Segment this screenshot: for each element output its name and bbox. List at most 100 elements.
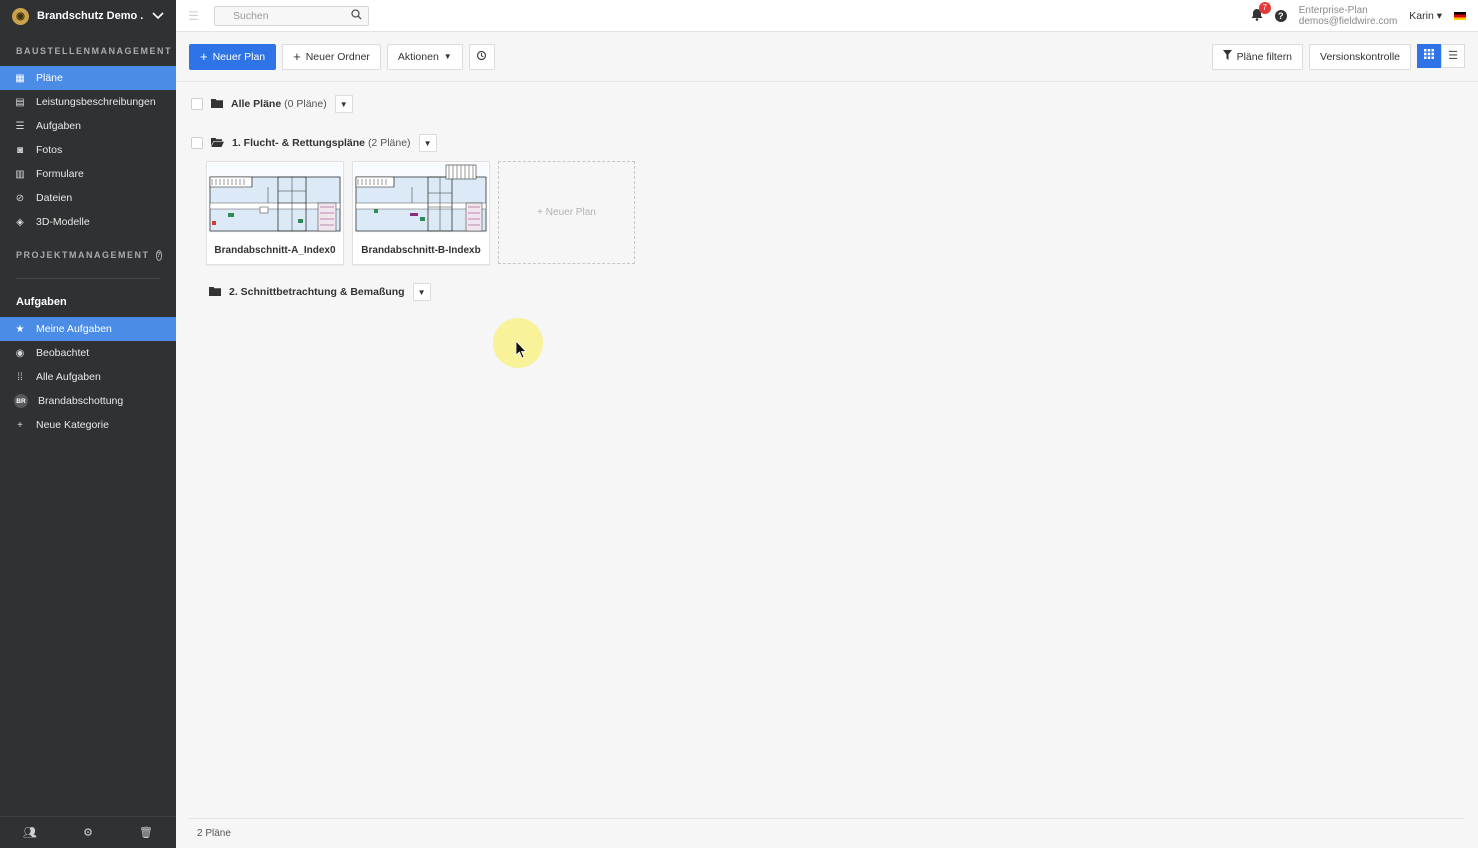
folder-checkbox[interactable] <box>191 137 203 149</box>
sidebar-item-label: Beobachtet <box>36 347 90 359</box>
bell-icon[interactable]: 7 <box>1251 1 1271 24</box>
plan-card[interactable]: Brandabschnitt-B-Indexb <box>352 161 490 265</box>
sidebar-item-formulare[interactable]: ▥ Formulare <box>0 162 176 186</box>
account-email: demos@fieldwire.com <box>1298 15 1398 27</box>
folder-title[interactable]: Alle Pläne (0 Pläne) <box>231 98 327 110</box>
sidebar-item-meine-aufgaben[interactable]: ★ Meine Aufgaben <box>0 317 176 341</box>
plan-name: Brandabschnitt-A_Index0 <box>214 245 336 256</box>
sidebar-item-brandabschottung[interactable]: BR Brandabschottung <box>0 389 176 413</box>
version-control-button[interactable]: Versionskontrolle <box>1309 43 1411 70</box>
menu-icon[interactable]: ☰ <box>188 9 212 23</box>
search-icon[interactable] <box>351 8 362 23</box>
sidebar-item-fotos[interactable]: ◙ Fotos <box>0 138 176 162</box>
toolbar-right: Pläne filtern Versionskontrolle ☰ <box>1211 43 1465 70</box>
project-switcher[interactable]: ◉ Brandschutz Demo ... <box>0 0 176 32</box>
tasks-group-title: Aufgaben <box>16 296 67 308</box>
folder-dropdown-button[interactable]: ▼ <box>412 283 431 301</box>
user-menu[interactable]: Karin ▾ <box>1409 10 1442 22</box>
folder-row-all-plans: Alle Pläne (0 Pläne) ▼ <box>191 95 353 113</box>
plan-name: Brandabschnitt-B-Indexb <box>361 245 481 256</box>
sidebar-item-label: Alle Aufgaben <box>36 371 101 383</box>
sidebar: ◉ Brandschutz Demo ... BAUSTELLENMANAGEM… <box>0 0 176 848</box>
new-plan-card[interactable]: + Neuer Plan <box>498 161 635 264</box>
trash-icon[interactable]: 🗑︎ <box>139 826 153 839</box>
plan-count: 2 Pläne <box>197 828 231 839</box>
help-circle-icon[interactable]: ? <box>155 249 162 261</box>
gear-icon[interactable]: ⚙ <box>83 826 93 839</box>
sidebar-item-label: Pläne <box>36 72 63 84</box>
filter-label: Pläne filtern <box>1236 50 1293 63</box>
filter-plans-button[interactable]: Pläne filtern <box>1211 43 1304 70</box>
grid-icon: ⁞⁞ <box>17 371 23 383</box>
plan-name: Enterprise-Plan <box>1298 4 1368 16</box>
sidebar-item-aufgaben[interactable]: ☰ Aufgaben <box>0 114 176 138</box>
category-badge: BR <box>14 394 28 408</box>
folder-open-icon <box>211 137 224 150</box>
folder-dropdown-button[interactable]: ▼ <box>418 134 437 152</box>
sidebar-item-beobachtet[interactable]: ◉ Beobachtet <box>0 341 176 365</box>
plus-icon: + <box>200 49 208 64</box>
history-button[interactable] <box>468 43 495 70</box>
german-flag-icon[interactable] <box>1454 11 1466 20</box>
section-baustellenmanagement: BAUSTELLENMANAGEMENT <box>16 46 172 56</box>
plus-icon: + <box>293 49 301 64</box>
new-folder-label: Neuer Ordner <box>305 50 370 63</box>
sidebar-item-label: Brandabschottung <box>38 395 124 407</box>
actions-label: Aktionen <box>397 50 439 63</box>
sidebar-item-label: Aufgaben <box>36 120 81 132</box>
toolbar: + Neuer Plan + Neuer Ordner Aktionen ▼ P… <box>176 32 1478 82</box>
list-icon: ☰ <box>15 120 25 132</box>
folder-name: Alle Pläne <box>231 98 282 110</box>
mouse-cursor-icon <box>515 340 527 361</box>
section-projektmanagement: PROJEKTMANAGEMENT ? <box>0 244 176 266</box>
plan-thumbnail <box>208 163 342 233</box>
specs-icon: ▤ <box>15 96 25 108</box>
topbar: ☰ Suchen 7 ? Enterprise-Plan demos@field… <box>176 0 1478 32</box>
plan-card[interactable]: Brandabschnitt-A_Index0 <box>206 161 344 265</box>
clipboard-icon: ▥ <box>15 168 25 180</box>
sidebar-item-alle-aufgaben[interactable]: ⁞⁞ Alle Aufgaben <box>0 365 176 389</box>
sidebar-item-leistungsbeschreibungen[interactable]: ▤ Leistungsbeschreibungen <box>0 90 176 114</box>
folder-row-flucht: 1. Flucht- & Rettungspläne (2 Pläne) ▼ <box>191 134 437 152</box>
folder-dropdown-button[interactable]: ▼ <box>334 95 353 113</box>
sidebar-item-neue-kategorie[interactable]: + Neue Kategorie <box>0 413 176 437</box>
history-icon <box>476 50 487 64</box>
sidebar-item-label: Leistungsbeschreibungen <box>36 96 156 108</box>
plans-icon: ▦ <box>15 72 25 84</box>
version-control-label: Versionskontrolle <box>1320 50 1400 63</box>
actions-dropdown[interactable]: Aktionen ▼ <box>386 43 463 70</box>
sidebar-item-3d-modelle[interactable]: ◈ 3D-Modelle <box>0 210 176 234</box>
folder-checkbox[interactable] <box>191 98 203 110</box>
search-placeholder: Suchen <box>233 9 269 22</box>
plus-icon: + <box>17 419 23 431</box>
sidebar-item-dateien[interactable]: ⊘ Dateien <box>0 186 176 210</box>
list-view-button[interactable]: ☰ <box>1441 43 1465 68</box>
search-input[interactable]: Suchen <box>214 5 369 26</box>
paperclip-icon: ⊘ <box>15 192 25 204</box>
user-name: Karin <box>1409 9 1434 22</box>
folder-icon <box>211 98 223 111</box>
folder-title[interactable]: 1. Flucht- & Rettungspläne (2 Pläne) <box>232 137 411 149</box>
account-info[interactable]: Enterprise-Plan demos@fieldwire.com <box>1299 5 1398 27</box>
users-icon[interactable]: 👥︎ <box>23 826 37 839</box>
folder-count: (2 Pläne) <box>367 137 411 149</box>
sidebar-item-label: Neue Kategorie <box>36 419 109 431</box>
project-name: Brandschutz Demo ... <box>37 10 144 22</box>
grid-view-button[interactable] <box>1417 43 1441 68</box>
folder-name[interactable]: 2. Schnittbetrachtung & Bemaßung <box>229 286 405 298</box>
new-plan-button[interactable]: + Neuer Plan <box>189 43 277 70</box>
cube-icon: ◈ <box>16 216 24 228</box>
chevron-down-icon <box>152 9 164 23</box>
new-plan-label: Neuer Plan <box>212 50 266 63</box>
notification-badge: 7 <box>1258 1 1271 14</box>
help-icon[interactable]: ? <box>1274 9 1287 22</box>
sidebar-item-plaene[interactable]: ▦ Pläne <box>0 66 176 90</box>
filter-icon <box>1222 50 1232 63</box>
sidebar-footer: 👥︎ ⚙ 🗑︎ <box>0 816 176 848</box>
list-view-icon: ☰ <box>1448 50 1458 62</box>
plan-thumbnail <box>354 163 488 233</box>
camera-icon: ◙ <box>16 144 24 156</box>
new-folder-button[interactable]: + Neuer Ordner <box>282 43 381 70</box>
section-projektmanagement-label: PROJEKTMANAGEMENT <box>16 250 150 260</box>
sidebar-divider <box>16 278 160 279</box>
